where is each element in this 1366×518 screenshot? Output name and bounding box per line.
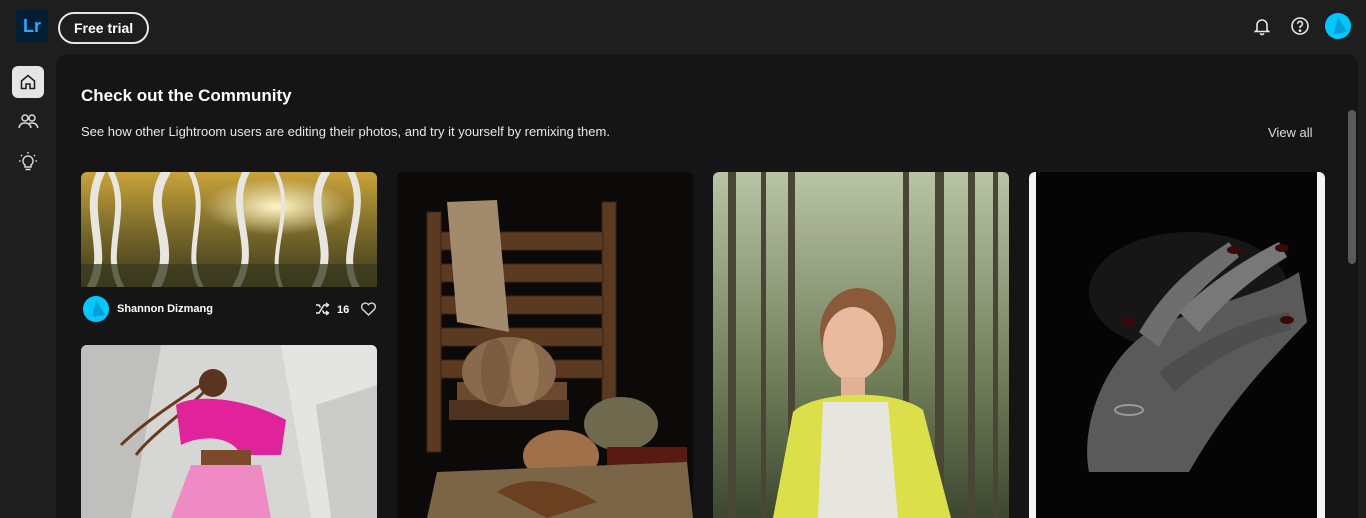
lightbulb-icon [19,152,37,171]
bell-icon[interactable] [1251,15,1273,37]
community-photo-card[interactable] [713,172,1009,518]
remix-count: 16 [337,304,350,316]
woman-in-forest-photo [713,172,1009,518]
author-name[interactable]: Shannon Dizmang [117,303,213,315]
help-icon[interactable] [1289,15,1311,37]
community-photo-card[interactable] [1029,172,1325,518]
dancer-pink-outfit-photo [81,345,377,518]
home-nav-button[interactable] [12,66,44,98]
free-trial-button[interactable]: Free trial [58,12,150,44]
remix-icon[interactable] [315,302,331,316]
community-nav-button[interactable] [12,106,44,138]
section-title: Check out the Community [81,86,292,105]
lightroom-logo[interactable]: Lr [16,10,48,42]
top-bar: Lr Free trial [0,0,1366,54]
hands-black-and-white-photo [1029,172,1325,518]
pumpkins-still-life-photo [397,172,693,518]
home-icon [20,74,36,90]
heart-icon[interactable] [360,301,377,317]
community-photo-card[interactable] [397,172,693,518]
learn-nav-button[interactable] [12,146,44,178]
aspen-forest-photo [81,172,377,287]
author-avatar[interactable] [83,296,109,322]
page-scrollbar[interactable] [1348,110,1356,264]
view-all-link[interactable]: View all [1268,125,1313,140]
community-photo-card[interactable] [81,345,377,518]
left-navigation-rail [0,54,56,518]
community-photo-card[interactable] [81,172,377,287]
profile-avatar[interactable] [1325,13,1351,39]
people-icon [18,114,39,129]
section-subtitle: See how other Lightroom users are editin… [81,124,610,139]
card-meta-row: Shannon Dizmang 16 [81,296,377,324]
